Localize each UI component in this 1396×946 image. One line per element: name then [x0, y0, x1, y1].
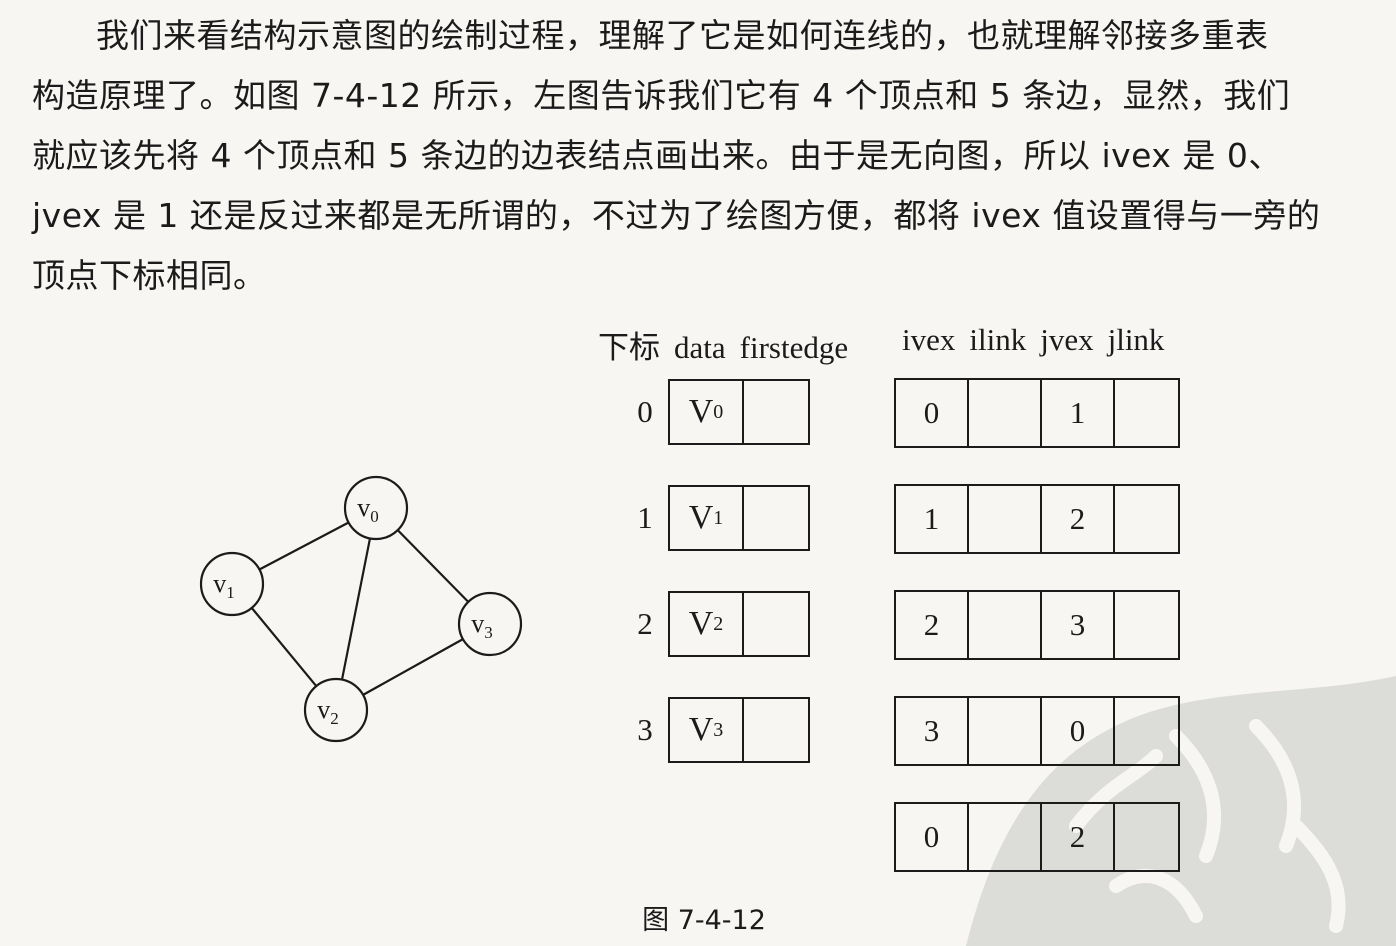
vertex-row: V1	[668, 485, 810, 551]
graph-edge	[340, 538, 372, 680]
graph-edge	[258, 521, 350, 571]
edge-row: 1 2	[894, 484, 1180, 554]
header-ilink: ilink	[969, 322, 1027, 357]
figure-caption: 图 7-4-12	[642, 905, 766, 936]
vertex-row: V2	[668, 591, 810, 657]
header-firstedge: firstedge	[739, 330, 849, 365]
edge-table-header: ivex ilink jvex jlink	[902, 322, 1178, 358]
ivex-cell: 0	[896, 380, 969, 446]
firstedge-cell	[744, 699, 808, 761]
vertex-index: 1	[637, 500, 653, 535]
paragraph-line: 构造原理了。如图 7-4-12 所示，左图告诉我们它有 4 个顶点和 5 条边，…	[32, 76, 1291, 115]
header-data: data	[674, 330, 726, 365]
graph-edge	[396, 529, 470, 603]
graph-node-v0: v0	[343, 475, 409, 541]
vertex-data-cell: V1	[670, 487, 744, 549]
vertex-data-cell: V0	[670, 381, 744, 443]
jvex-cell: 2	[1042, 804, 1115, 870]
jlink-cell	[1115, 592, 1178, 658]
firstedge-cell	[744, 381, 808, 443]
header-jvex: jvex	[1040, 322, 1094, 357]
edge-row: 0 1	[894, 378, 1180, 448]
jlink-cell	[1115, 804, 1178, 870]
jlink-cell	[1115, 698, 1178, 764]
firstedge-cell	[744, 487, 808, 549]
edge-row: 0 2	[894, 802, 1180, 872]
header-jlink: jlink	[1107, 322, 1165, 357]
graph-node-v3: v3	[457, 591, 523, 657]
edge-row: 2 3	[894, 590, 1180, 660]
vertex-index: 0	[637, 394, 653, 429]
vertex-data-cell: V3	[670, 699, 744, 761]
graph-node-v2: v2	[303, 677, 369, 743]
header-ivex: ivex	[902, 322, 956, 357]
ilink-cell	[969, 486, 1042, 552]
edge-row: 3 0	[894, 696, 1180, 766]
jvex-cell: 0	[1042, 698, 1115, 764]
jvex-cell: 1	[1042, 380, 1115, 446]
jlink-cell	[1115, 486, 1178, 552]
paragraph-line: 我们来看结构示意图的绘制过程，理解了它是如何连线的，也就理解邻接多重表	[96, 16, 1269, 55]
header-index: 下标	[598, 330, 660, 365]
vertex-data-cell: V2	[670, 593, 744, 655]
ivex-cell: 1	[896, 486, 969, 552]
jlink-cell	[1115, 380, 1178, 446]
vertex-row: V0	[668, 379, 810, 445]
ivex-cell: 0	[896, 804, 969, 870]
graph-edge	[362, 638, 464, 696]
jvex-cell: 3	[1042, 592, 1115, 658]
paragraph-line: 顶点下标相同。	[32, 256, 267, 295]
vertex-index: 2	[637, 606, 653, 641]
ivex-cell: 2	[896, 592, 969, 658]
body-paragraph: 我们来看结构示意图的绘制过程，理解了它是如何连线的，也就理解邻接多重表 构造原理…	[32, 6, 1372, 306]
ilink-cell	[969, 592, 1042, 658]
graph-edge	[250, 607, 318, 687]
paragraph-line: jvex 是 1 还是反过来都是无所谓的，不过为了绘图方便，都将 ivex 值设…	[32, 196, 1321, 235]
ilink-cell	[969, 380, 1042, 446]
vertex-row: V3	[668, 697, 810, 763]
ilink-cell	[969, 804, 1042, 870]
ivex-cell: 3	[896, 698, 969, 764]
firstedge-cell	[744, 593, 808, 655]
vertex-table-header: 下标 data firstedge	[598, 322, 862, 367]
jvex-cell: 2	[1042, 486, 1115, 552]
ilink-cell	[969, 698, 1042, 764]
vertex-index: 3	[637, 712, 653, 747]
graph-node-v1: v1	[199, 551, 265, 617]
undirected-graph-diagram: v0 v1 v2 v3	[199, 475, 523, 743]
paragraph-line: 就应该先将 4 个顶点和 5 条边的边表结点画出来。由于是无向图，所以 ivex…	[32, 136, 1282, 175]
